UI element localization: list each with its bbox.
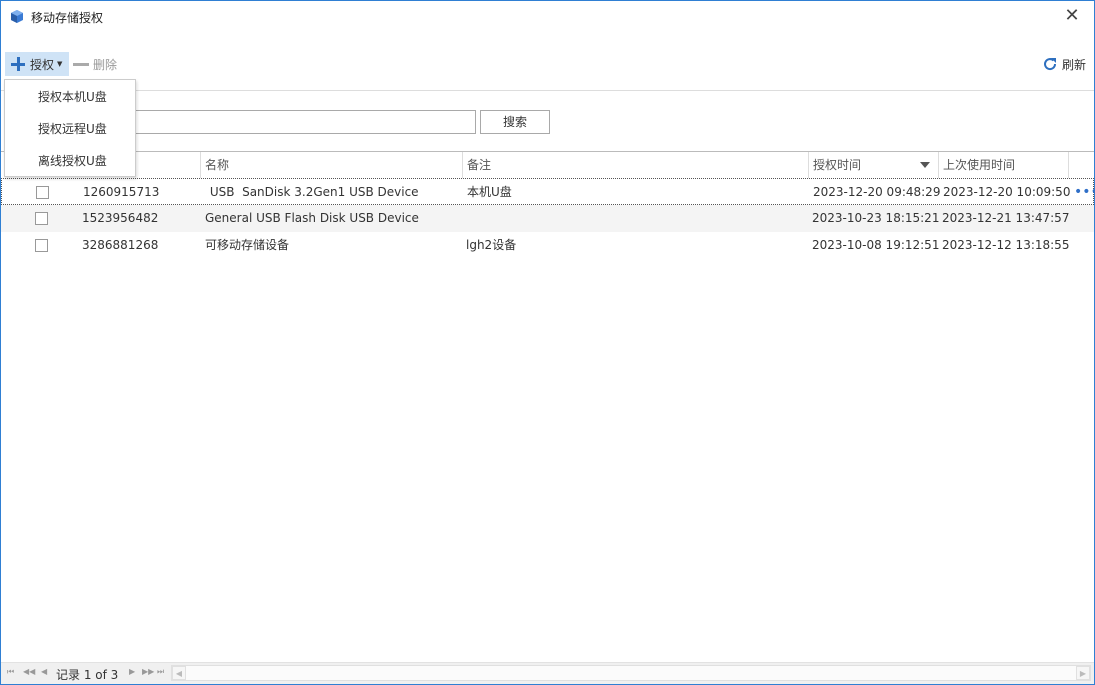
- cell-auth-time: 2023-12-20 09:48:29: [813, 185, 941, 199]
- grid-header: 名称 备注 授权时间 上次使用时间: [1, 151, 1094, 178]
- cell-name: 可移动存储设备: [205, 238, 290, 252]
- prev-group-icon[interactable]: ◀◀: [23, 667, 35, 676]
- scroll-left-icon[interactable]: ◀: [172, 666, 186, 680]
- refresh-icon: [1044, 58, 1056, 71]
- cell-id: 1523956482: [82, 211, 159, 225]
- authorize-label: 授权: [30, 57, 55, 72]
- sort-desc-icon: [920, 162, 930, 168]
- cell-name: General USB Flash Disk USB Device: [205, 211, 419, 225]
- cell-note: 本机U盘: [467, 185, 512, 199]
- prev-page-icon[interactable]: ◀: [41, 667, 47, 676]
- refresh-button[interactable]: 刷新: [1042, 52, 1086, 76]
- row-checkbox[interactable]: [35, 212, 48, 225]
- scroll-right-icon[interactable]: ▶: [1076, 666, 1090, 680]
- search-button[interactable]: 搜索: [480, 110, 550, 134]
- horizontal-scrollbar[interactable]: ◀ ▶: [171, 665, 1091, 681]
- header-name[interactable]: 名称: [201, 152, 463, 178]
- search-input[interactable]: [131, 110, 476, 134]
- first-page-icon[interactable]: ⏮: [7, 667, 14, 677]
- toolbar: 授权 ▼ 删除 刷新: [1, 49, 1094, 81]
- authorize-dropdown-menu: 授权本机U盘 授权远程U盘 离线授权U盘: [4, 79, 136, 177]
- more-icon[interactable]: •••: [1074, 179, 1095, 206]
- chevron-down-icon: ▼: [57, 60, 63, 68]
- main-window: 移动存储授权 ✕ 授权 ▼ 删除 刷新 搜索 名称 备注 授权时间 上次使用时间…: [0, 0, 1095, 685]
- header-note[interactable]: 备注: [463, 152, 809, 178]
- authorize-button[interactable]: 授权 ▼: [5, 52, 69, 76]
- close-icon[interactable]: ✕: [1062, 7, 1082, 27]
- header-auth-time-label: 授权时间: [813, 158, 862, 172]
- plus-icon: [10, 56, 26, 72]
- cell-auth-time: 2023-10-08 19:12:51: [812, 238, 940, 252]
- record-counter: 记录 1 of 3: [56, 668, 119, 682]
- menu-item-authorize-local[interactable]: 授权本机U盘: [5, 81, 135, 113]
- row-checkbox[interactable]: [36, 186, 49, 199]
- toolbar-divider: [1, 90, 1094, 91]
- header-auth-time[interactable]: 授权时间: [809, 152, 939, 178]
- app-icon: [11, 10, 23, 23]
- pager-bar: ⏮ ◀◀ ◀ 记录 1 of 3 ▶ ▶▶ ⏭ ◀ ▶: [1, 662, 1094, 684]
- cell-id: 1260915713: [83, 185, 160, 199]
- header-last-used[interactable]: 上次使用时间: [939, 152, 1069, 178]
- title-bar: 移动存储授权 ✕: [1, 1, 1094, 33]
- cell-last-used: 2023-12-21 13:47:57: [942, 211, 1070, 225]
- menu-item-authorize-remote[interactable]: 授权远程U盘: [5, 113, 135, 145]
- last-page-icon[interactable]: ⏭: [157, 667, 164, 677]
- cell-last-used: 2023-12-12 13:18:55: [942, 238, 1070, 252]
- next-page-icon[interactable]: ▶: [129, 667, 135, 676]
- cell-last-used: 2023-12-20 10:09:50: [943, 185, 1071, 199]
- cell-id: 3286881268: [82, 238, 159, 252]
- table-row[interactable]: 1523956482 General USB Flash Disk USB De…: [1, 205, 1094, 232]
- row-checkbox[interactable]: [35, 239, 48, 252]
- cell-note: lgh2设备: [466, 238, 517, 252]
- table-row[interactable]: 3286881268 可移动存储设备 lgh2设备 2023-10-08 19:…: [1, 232, 1094, 259]
- delete-button[interactable]: 删除: [73, 52, 117, 76]
- window-title: 移动存储授权: [31, 11, 104, 25]
- cell-auth-time: 2023-10-23 18:15:21: [812, 211, 940, 225]
- cell-name: USB SanDisk 3.2Gen1 USB Device: [206, 185, 419, 199]
- next-group-icon[interactable]: ▶▶: [142, 667, 154, 676]
- menu-item-authorize-offline[interactable]: 离线授权U盘: [5, 145, 135, 177]
- delete-label: 删除: [93, 57, 118, 72]
- refresh-label: 刷新: [1061, 57, 1086, 72]
- table-row[interactable]: 1260915713 USB SanDisk 3.2Gen1 USB Devic…: [1, 178, 1095, 206]
- minus-icon: [73, 62, 89, 66]
